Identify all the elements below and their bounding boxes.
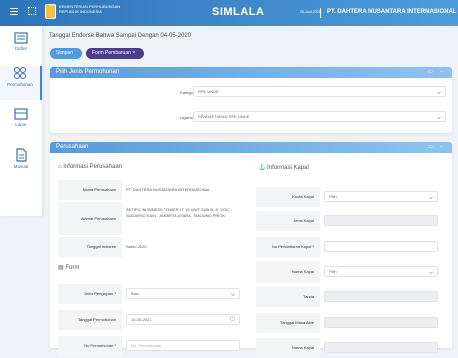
nama-perusahaan-value: PT. DAHTERA NUSANTARA INTERNASIONAL bbox=[126, 187, 211, 192]
no-pendaftaran-kapal-input[interactable] bbox=[324, 241, 438, 252]
document-icon bbox=[16, 148, 27, 162]
jenis-kapal-field bbox=[324, 215, 438, 226]
ship-icon: ⚓ bbox=[258, 165, 266, 171]
jenis-pengajuan-select[interactable]: Baru bbox=[126, 288, 240, 299]
report-icon bbox=[14, 108, 28, 120]
alamat-perusahaan-label: Alamat Perusahaan bbox=[58, 202, 122, 235]
informasi-perusahaan-heading: ⌂ Informasi Perusahaan bbox=[58, 164, 122, 170]
layanan-label: Layanan bbox=[179, 115, 195, 120]
tanggal-indoese-value: Sabtu 2020 bbox=[126, 244, 147, 249]
sidebar-item-lapor[interactable]: Lapor bbox=[0, 108, 42, 142]
card-header: Perusahaan ▭ − bbox=[50, 142, 452, 153]
section-title: Informasi Kapal bbox=[267, 165, 309, 171]
informasi-kapal-heading: ⚓ Informasi Kapal bbox=[258, 164, 309, 171]
layanan-select[interactable]: PENDAFTARAN RPK UNDE bbox=[193, 111, 446, 122]
card-title: Perusahaan bbox=[56, 144, 89, 150]
sidebar: Dafter Permohonan Lapor Manual bbox=[0, 26, 42, 216]
company-name[interactable]: PT. DAHTERA NUSANTARA INTERNASIONAL bbox=[327, 9, 456, 15]
filter-description: Tanggal Endorse Bahwa Sampai Dengan 04-0… bbox=[49, 33, 192, 39]
no-permohonan-label: No Permohonan * bbox=[58, 336, 122, 356]
chevron-down-icon bbox=[437, 115, 441, 119]
nama-kapal-value: Pilih bbox=[329, 269, 337, 274]
sidebar-item-label: Manual bbox=[13, 164, 29, 169]
sidebar-item-dafter[interactable]: Dafter bbox=[0, 32, 42, 66]
tanda-field bbox=[324, 291, 438, 302]
ministry-logo bbox=[45, 4, 56, 19]
tanda-label: Tanda bbox=[256, 287, 320, 307]
chevron-down-icon bbox=[429, 270, 433, 274]
header-divider bbox=[320, 8, 321, 18]
kuota-kapal-label: Kuota Kapal bbox=[256, 187, 320, 207]
chevron-down-icon bbox=[429, 195, 433, 199]
header-date: 26-Juni-2021 bbox=[300, 10, 321, 14]
sidebar-item-label: Lapor bbox=[15, 122, 27, 127]
section-title: Informasi Perusahaan bbox=[63, 164, 122, 170]
form-icon: ▤ bbox=[58, 265, 64, 271]
sidebar-item-label: Dafter bbox=[14, 46, 28, 51]
chevron-down-icon bbox=[231, 292, 235, 296]
menu-icon[interactable] bbox=[10, 8, 18, 15]
kuota-kapal-select[interactable]: Pilih bbox=[324, 191, 438, 202]
jenis-pengajuan-value: Baru bbox=[131, 291, 140, 296]
nama-perusahaan-label: Nama Perusahaan bbox=[58, 180, 122, 200]
tanggal-permohonan-input[interactable]: 10-05-2021 ▢ bbox=[126, 314, 240, 325]
company-icon: ⌂ bbox=[58, 164, 62, 170]
form-heading: ▤ Form bbox=[58, 264, 79, 271]
list-icon bbox=[14, 32, 28, 44]
jenis-kapal-label: Jenis Kapal bbox=[256, 211, 320, 231]
alamat-perusahaan-value: AKTIFIC BUSINESS TOWER LT 19 UNIT SUB B,… bbox=[126, 207, 229, 218]
no-pendaftaran-kapal-label: No Pendaftaran Kapal * bbox=[256, 237, 320, 257]
kategori-value: RPK UNDE bbox=[198, 89, 219, 94]
card-tools[interactable]: ▭ − bbox=[428, 142, 446, 153]
calendar-icon: ▢ bbox=[230, 316, 235, 322]
fullscreen-icon[interactable] bbox=[28, 7, 36, 15]
tanggal-indoese-label: Tanggal Indoese bbox=[58, 237, 122, 257]
card-tools[interactable]: ▭ − bbox=[428, 67, 446, 78]
nama-kapal-select[interactable]: Pilih bbox=[324, 266, 438, 277]
tanggal-permohonan-value: 10-05-2021 bbox=[131, 317, 152, 322]
card-header: Pilih Jenis Permohonan ▭ − bbox=[50, 67, 452, 78]
save-chip[interactable]: Simpan bbox=[50, 48, 82, 59]
jenis-pengajuan-label: Jenis Pengajuan * bbox=[58, 284, 122, 304]
sidebar-item-label: Permohonan bbox=[7, 82, 33, 87]
chevron-down-icon bbox=[437, 90, 441, 94]
nama-kapal-2-label: Nama Kapal bbox=[256, 338, 320, 358]
nama-kapal-label: Nama Kapal bbox=[256, 262, 320, 282]
no-permohonan-input[interactable]: No. Permohonan bbox=[126, 340, 240, 351]
sidebar-item-manual[interactable]: Manual bbox=[0, 148, 42, 182]
section-title: Form bbox=[65, 265, 80, 271]
form-pembaruan-chip[interactable]: Form Pembaruan × bbox=[86, 48, 144, 59]
kategori-select[interactable]: RPK UNDE bbox=[193, 86, 446, 97]
ministry-name: KEMENTERIAN PERHUBUNGAN REPUBLIK INDONES… bbox=[59, 4, 121, 14]
card-title: Pilih Jenis Permohonan bbox=[56, 69, 120, 75]
sidebar-item-permohonan[interactable]: Permohonan bbox=[0, 66, 42, 100]
nodes-icon bbox=[14, 67, 26, 79]
kuota-kapal-value: Pilih bbox=[329, 194, 337, 199]
top-bar: KEMENTERIAN PERHUBUNGAN REPUBLIK INDONES… bbox=[0, 0, 458, 26]
jenis-permohonan-card: Pilih Jenis Permohonan ▭ − Kategori RPK … bbox=[50, 67, 452, 133]
tanggal-permohonan-label: Tanggal Permohonan bbox=[58, 310, 122, 330]
tanggal-masa-akte-label: Tanggal Masa Akte bbox=[256, 313, 320, 333]
app-title: SIMLALA bbox=[212, 6, 265, 18]
perusahaan-card: Perusahaan ▭ − ⌂ Informasi Perusahaan Na… bbox=[50, 142, 452, 358]
tanggal-masa-akte-field bbox=[324, 317, 438, 328]
layanan-value: PENDAFTARAN RPK UNDE bbox=[198, 114, 250, 119]
kategori-label: Kategori bbox=[180, 90, 195, 95]
